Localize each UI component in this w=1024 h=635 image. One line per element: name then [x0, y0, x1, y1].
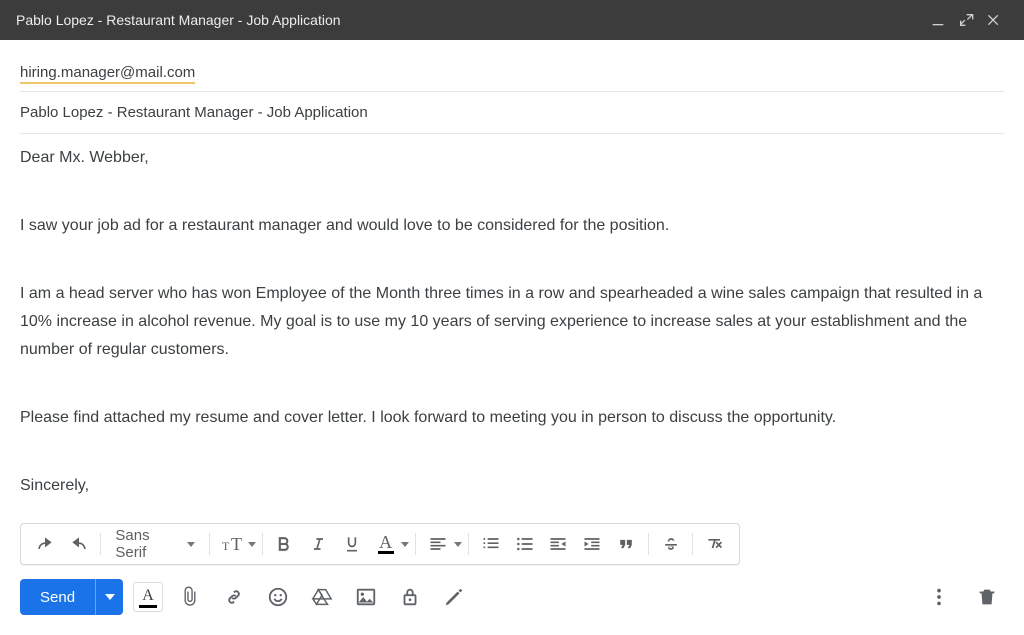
separator	[692, 533, 693, 555]
chevron-down-icon[interactable]	[401, 542, 409, 547]
format-toolbar-wrap: Sans Serif TT A	[0, 523, 1024, 569]
svg-text:T: T	[231, 534, 242, 554]
more-options-button[interactable]	[922, 580, 956, 614]
text-a-icon: A	[379, 535, 392, 549]
separator	[209, 533, 210, 555]
left-actions: Send A	[20, 579, 471, 615]
separator	[262, 533, 263, 555]
insert-drive-button[interactable]	[305, 580, 339, 614]
separator	[468, 533, 469, 555]
lock-clock-icon	[399, 586, 421, 608]
bulleted-list-button[interactable]	[509, 527, 541, 561]
chevron-down-icon	[187, 542, 195, 547]
pen-icon	[443, 586, 465, 608]
format-toolbar: Sans Serif TT A	[20, 523, 740, 565]
insert-emoji-button[interactable]	[261, 580, 295, 614]
separator	[415, 533, 416, 555]
color-bar	[378, 551, 394, 554]
recipient-chip[interactable]: hiring.manager@mail.com	[20, 64, 195, 84]
discard-draft-button[interactable]	[970, 580, 1004, 614]
drive-icon	[311, 586, 333, 608]
body-p3: I am a head server who has won Employee …	[20, 280, 996, 364]
more-vertical-icon	[928, 586, 950, 608]
indent-less-button[interactable]	[543, 527, 575, 561]
quote-button[interactable]	[610, 527, 642, 561]
paperclip-icon	[179, 586, 201, 608]
redo-button[interactable]	[63, 527, 95, 561]
bold-button[interactable]	[269, 527, 301, 561]
send-button-group: Send	[20, 579, 123, 615]
compose-window: Pablo Lopez - Restaurant Manager - Job A…	[0, 0, 1024, 635]
chevron-down-icon[interactable]	[454, 542, 462, 547]
strikethrough-button[interactable]	[655, 527, 687, 561]
format-options-button[interactable]: A	[133, 582, 163, 612]
collapse-icon[interactable]	[952, 0, 980, 40]
chevron-down-icon	[105, 594, 115, 600]
text-a-icon: A	[142, 588, 154, 604]
minimize-icon[interactable]	[924, 0, 952, 40]
italic-button[interactable]	[302, 527, 334, 561]
body-p4: Please find attached my resume and cover…	[20, 404, 996, 432]
body-p5: Sincerely,	[20, 472, 996, 500]
font-family-label: Sans Serif	[115, 527, 179, 561]
send-button[interactable]: Send	[20, 579, 95, 615]
link-icon	[223, 586, 245, 608]
align-button[interactable]	[422, 527, 454, 561]
body-p1: Dear Mx. Webber,	[20, 144, 996, 172]
confidential-mode-button[interactable]	[393, 580, 427, 614]
separator	[648, 533, 649, 555]
underline-button[interactable]	[336, 527, 368, 561]
to-field[interactable]: hiring.manager@mail.com	[20, 46, 1004, 92]
insert-photo-button[interactable]	[349, 580, 383, 614]
body-area: Dear Mx. Webber, I saw your job ad for a…	[0, 134, 1024, 523]
header-fields: hiring.manager@mail.com Pablo Lopez - Re…	[0, 40, 1024, 134]
titlebar[interactable]: Pablo Lopez - Restaurant Manager - Job A…	[0, 0, 1024, 40]
chevron-down-icon[interactable]	[248, 542, 256, 547]
subject-field[interactable]: Pablo Lopez - Restaurant Manager - Job A…	[20, 92, 1004, 134]
undo-button[interactable]	[29, 527, 61, 561]
subject-text: Pablo Lopez - Restaurant Manager - Job A…	[20, 104, 368, 121]
text-color-button[interactable]: A	[370, 527, 402, 561]
send-options-button[interactable]	[95, 579, 123, 615]
body-p2: I saw your job ad for a restaurant manag…	[20, 212, 996, 240]
attach-file-button[interactable]	[173, 580, 207, 614]
right-actions	[922, 580, 1004, 614]
indent-more-button[interactable]	[576, 527, 608, 561]
separator	[100, 533, 101, 555]
insert-signature-button[interactable]	[437, 580, 471, 614]
body-editor[interactable]: Dear Mx. Webber, I saw your job ad for a…	[0, 134, 1016, 523]
svg-text:T: T	[222, 539, 230, 553]
font-size-button[interactable]: TT	[216, 527, 248, 561]
window-title: Pablo Lopez - Restaurant Manager - Job A…	[16, 12, 924, 28]
image-icon	[355, 586, 377, 608]
color-bar	[139, 605, 157, 608]
action-row: Send A	[0, 569, 1024, 635]
numbered-list-button[interactable]	[475, 527, 507, 561]
trash-icon	[976, 586, 998, 608]
emoji-icon	[267, 586, 289, 608]
close-icon[interactable]	[980, 0, 1008, 40]
font-family-select[interactable]: Sans Serif	[107, 527, 203, 561]
insert-link-button[interactable]	[217, 580, 251, 614]
remove-formatting-button[interactable]	[699, 527, 731, 561]
